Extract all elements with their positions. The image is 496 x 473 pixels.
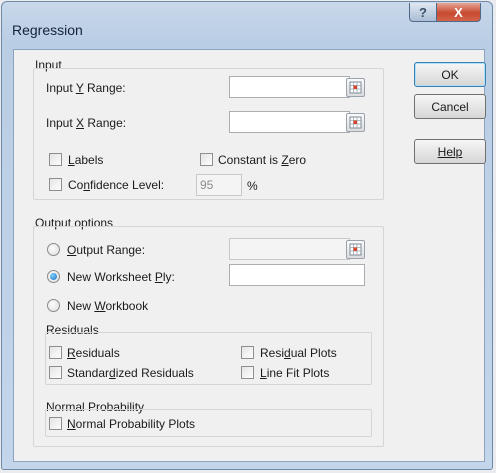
residual-plots-checkbox[interactable] [241, 346, 254, 359]
output-range-collapse-button[interactable] [346, 240, 365, 259]
normal-probability-plots-label: Normal Probability Plots [67, 417, 196, 431]
input-y-range-label: Input Y Range: [46, 81, 126, 95]
residuals-checkbox-label: Residuals [67, 346, 120, 360]
residual-plots-label: Residual Plots [260, 346, 337, 360]
dialog-window: Regression ? X Input Input Y Range: Inpu… [1, 1, 493, 470]
standardized-residuals-checkbox[interactable] [49, 366, 62, 379]
confidence-level-label: Confidence Level: [68, 178, 165, 192]
constant-zero-checkbox[interactable] [200, 153, 213, 166]
close-button[interactable]: X [436, 3, 481, 22]
new-worksheet-ply-radio[interactable] [47, 270, 60, 283]
standardized-residuals-label: Standardized Residuals [67, 366, 194, 380]
line-fit-plots-label: Line Fit Plots [260, 366, 330, 380]
new-workbook-radio[interactable] [47, 299, 60, 312]
cancel-button[interactable]: Cancel [414, 94, 486, 119]
output-range-radio[interactable] [47, 243, 60, 256]
confidence-percent-unit: % [247, 179, 258, 193]
dialog-body: Input Input Y Range: Input X Range: Labe… [13, 49, 486, 462]
new-workbook-label: New Workbook [67, 299, 149, 313]
input-y-range-field[interactable] [229, 76, 350, 98]
ok-button[interactable]: OK [414, 62, 486, 87]
output-range-label: Output Range: [67, 243, 146, 257]
confidence-level-checkbox[interactable] [49, 178, 62, 191]
dialog-title: Regression [12, 22, 83, 38]
range-selector-icon [349, 116, 362, 129]
residuals-checkbox[interactable] [49, 346, 62, 359]
close-icon: X [454, 4, 463, 20]
help-button[interactable]: Help [414, 139, 486, 164]
range-selector-icon [349, 243, 362, 256]
new-worksheet-ply-field[interactable] [229, 264, 365, 286]
input-x-range-field[interactable] [229, 111, 350, 133]
y-range-collapse-button[interactable] [346, 78, 365, 97]
confidence-level-field[interactable] [196, 174, 242, 196]
question-mark-icon: ? [419, 4, 427, 20]
range-selector-icon [349, 81, 362, 94]
input-x-range-label: Input X Range: [46, 116, 127, 130]
help-caption-button[interactable]: ? [409, 3, 437, 22]
labels-checkbox[interactable] [49, 153, 62, 166]
x-range-collapse-button[interactable] [346, 113, 365, 132]
normal-probability-plots-checkbox[interactable] [49, 417, 62, 430]
constant-zero-label: Constant is Zero [218, 153, 307, 167]
new-worksheet-ply-label: New Worksheet Ply: [67, 270, 175, 284]
line-fit-plots-checkbox[interactable] [241, 366, 254, 379]
output-range-field[interactable] [229, 238, 350, 260]
labels-checkbox-label: Labels [68, 153, 104, 167]
